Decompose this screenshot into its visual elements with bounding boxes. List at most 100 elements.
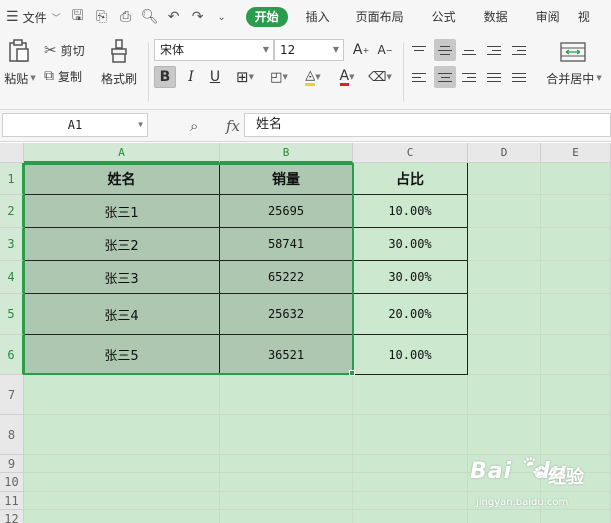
cell[interactable] (541, 294, 611, 335)
row-header-3[interactable]: 3 (0, 228, 24, 261)
cell[interactable] (24, 492, 220, 510)
merge-center-dropdown[interactable]: 合并居中 ▼ (540, 70, 608, 86)
cut-button[interactable]: ✂ 剪切 (44, 40, 94, 60)
cell[interactable] (220, 473, 353, 492)
cell[interactable] (468, 195, 541, 228)
cell[interactable] (468, 415, 541, 455)
cell[interactable] (541, 335, 611, 375)
cell[interactable] (541, 261, 611, 294)
select-all-corner[interactable] (0, 143, 24, 163)
data-cell[interactable]: 25632 (220, 294, 353, 335)
increase-font-icon[interactable]: A + (350, 39, 372, 61)
row-header-1[interactable]: 1 (0, 163, 24, 195)
name-box[interactable]: A1 ▼ (2, 113, 148, 137)
tab-data[interactable]: 数据 (470, 0, 522, 34)
row-header-11[interactable]: 11 (0, 492, 24, 510)
cell[interactable] (353, 473, 468, 492)
align-left-icon[interactable] (408, 66, 430, 88)
data-cell[interactable]: 张三2 (24, 228, 220, 261)
row-header-7[interactable]: 7 (0, 375, 24, 415)
data-cell[interactable]: 张三1 (24, 195, 220, 228)
row-header-12[interactable]: 12 (0, 510, 24, 523)
cell-style-icon[interactable]: ◰ ▼ (262, 66, 296, 88)
cell[interactable] (24, 510, 220, 523)
data-cell[interactable]: 25695 (220, 195, 353, 228)
cell[interactable] (220, 375, 353, 415)
paste-dropdown[interactable]: 粘贴 ▼ (2, 70, 38, 86)
align-bottom-icon[interactable] (458, 39, 480, 61)
cell[interactable] (468, 261, 541, 294)
formula-input[interactable]: 姓名 (244, 113, 611, 137)
row-header-10[interactable]: 10 (0, 473, 24, 492)
distribute-icon[interactable] (508, 66, 530, 88)
cell[interactable] (24, 455, 220, 473)
tab-insert[interactable]: 插入 (294, 0, 342, 34)
column-header-d[interactable]: D (468, 143, 541, 163)
cell[interactable] (353, 375, 468, 415)
cell[interactable] (468, 294, 541, 335)
data-cell[interactable]: 张三3 (24, 261, 220, 294)
copy-button[interactable]: ⧉ 复制 (44, 66, 94, 86)
tab-review[interactable]: 审阅 (522, 0, 574, 34)
merge-center-button[interactable] (558, 40, 588, 64)
font-color-icon[interactable]: A ▼ (332, 66, 362, 88)
column-header-e[interactable]: E (541, 143, 611, 163)
fill-color-icon[interactable]: ◬ ▼ (296, 66, 330, 88)
decrease-font-icon[interactable]: A − (374, 39, 396, 61)
column-header-a[interactable]: A (24, 143, 220, 163)
font-name-select[interactable]: 宋体 ▼ (154, 39, 274, 61)
increase-indent-icon[interactable] (508, 39, 530, 61)
cell[interactable] (220, 415, 353, 455)
row-header-4[interactable]: 4 (0, 261, 24, 294)
data-cell[interactable]: 30.00% (353, 228, 468, 261)
data-cell[interactable]: 30.00% (353, 261, 468, 294)
data-cell[interactable]: 65222 (220, 261, 353, 294)
cell[interactable] (24, 415, 220, 455)
justify-icon[interactable] (483, 66, 505, 88)
decrease-indent-icon[interactable] (483, 39, 505, 61)
cell[interactable] (541, 163, 611, 195)
function-icon[interactable]: fx (226, 117, 240, 135)
column-header-b[interactable]: B (220, 143, 353, 163)
align-middle-icon[interactable] (434, 39, 456, 61)
fill-handle[interactable] (349, 370, 355, 376)
align-center-icon[interactable] (434, 66, 456, 88)
format-painter-button[interactable] (100, 38, 138, 64)
print-icon[interactable]: ⎙ (114, 0, 138, 34)
cell[interactable] (220, 510, 353, 523)
data-cell[interactable]: 58741 (220, 228, 353, 261)
data-cell[interactable]: 20.00% (353, 294, 468, 335)
save-icon[interactable]: 🖫 (66, 0, 90, 34)
undo-icon[interactable]: ↶ (162, 0, 186, 34)
cell[interactable] (468, 228, 541, 261)
clear-icon[interactable]: ⌫ ▼ (364, 66, 396, 88)
cell[interactable] (220, 492, 353, 510)
data-cell[interactable]: 10.00% (353, 335, 468, 375)
cell[interactable] (468, 375, 541, 415)
border-icon[interactable]: ⊞ ▼ (228, 66, 262, 88)
row-header-8[interactable]: 8 (0, 415, 24, 455)
align-top-icon[interactable] (408, 39, 430, 61)
cell[interactable] (353, 415, 468, 455)
italic-button[interactable]: I (180, 66, 202, 88)
paste-button[interactable] (4, 38, 34, 64)
data-cell[interactable]: 10.00% (353, 195, 468, 228)
zoom-icon[interactable]: ⌕ (190, 117, 198, 135)
cell[interactable] (353, 492, 468, 510)
header-cell[interactable]: 占比 (353, 163, 468, 195)
tab-home[interactable]: 开始 (245, 7, 288, 27)
header-cell[interactable]: 姓名 (24, 163, 220, 195)
more-icon[interactable]: ⌄ (210, 0, 234, 34)
cell[interactable] (353, 510, 468, 523)
data-cell[interactable]: 36521 (220, 335, 353, 375)
cell[interactable] (468, 163, 541, 195)
tab-view[interactable]: 视 (574, 0, 594, 34)
cell[interactable] (468, 335, 541, 375)
cell[interactable] (24, 375, 220, 415)
export-icon[interactable]: ⎘ (90, 0, 114, 34)
bold-button[interactable]: B (154, 66, 176, 88)
row-header-6[interactable]: 6 (0, 335, 24, 375)
cell[interactable] (541, 415, 611, 455)
row-header-9[interactable]: 9 (0, 455, 24, 473)
column-header-c[interactable]: C (353, 143, 468, 163)
